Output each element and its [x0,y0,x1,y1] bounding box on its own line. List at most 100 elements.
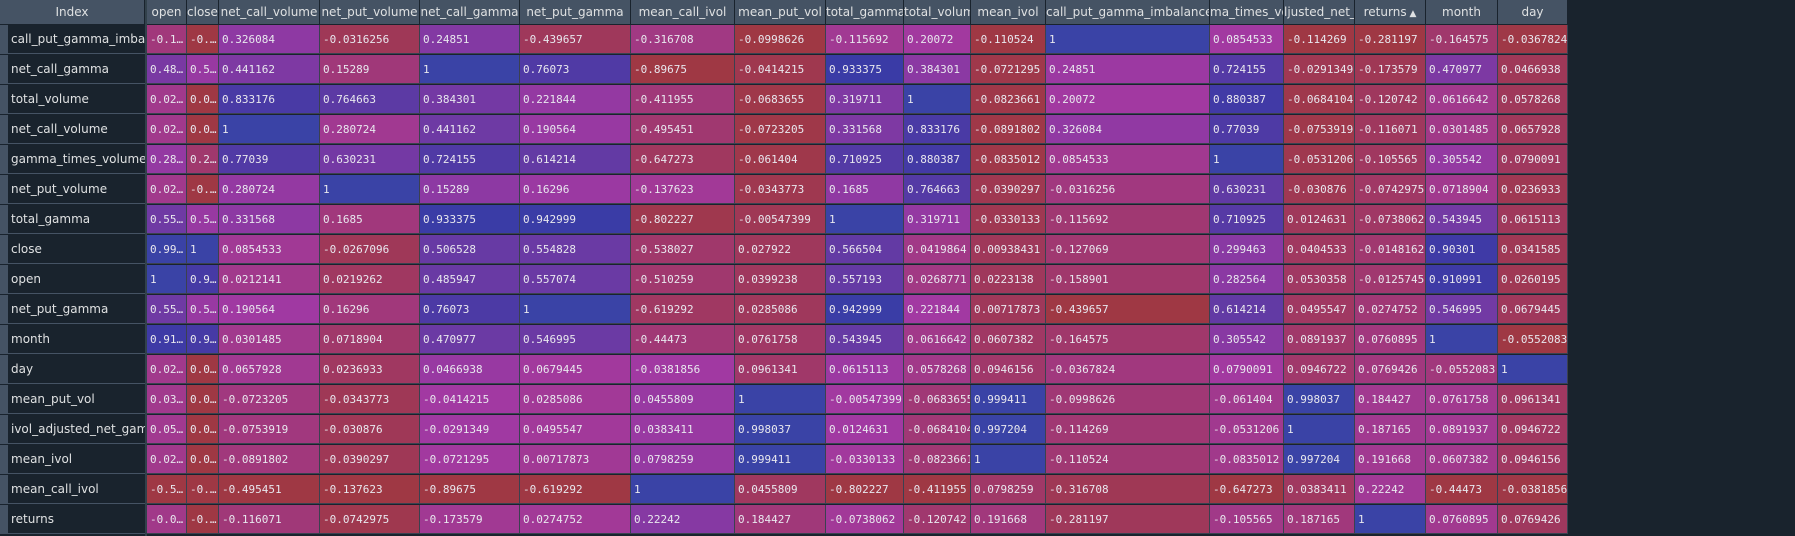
table-cell[interactable]: -0.0684104 [904,415,971,444]
table-cell[interactable]: 0.614214 [520,145,631,174]
table-cell[interactable]: -0.538027 [631,235,735,264]
table-cell[interactable]: 0.91… [147,325,187,354]
table-cell[interactable]: 0.470977 [1426,55,1498,84]
table-cell[interactable]: -0.0742975 [320,505,420,534]
table-cell[interactable]: 0.0854533 [1046,145,1210,174]
table-cell[interactable]: 0.614214 [1210,295,1284,324]
table-cell[interactable]: 0.546995 [520,325,631,354]
table-cell[interactable]: 0.0… [187,385,219,414]
table-cell[interactable]: -0.114269 [1284,25,1355,54]
table-cell[interactable]: -0.619292 [520,475,631,504]
table-cell[interactable]: 0.0236933 [320,355,420,384]
table-cell[interactable]: 0.0616642 [1426,85,1498,114]
table-cell[interactable]: -0.44473 [631,325,735,354]
table-cell[interactable]: 0.0219262 [320,265,420,294]
table-cell[interactable]: -0.495451 [631,115,735,144]
table-cell[interactable]: 0.0268771 [904,265,971,294]
table-cell[interactable]: 0.0946722 [1284,355,1355,384]
table-cell[interactable]: 0.0… [187,415,219,444]
table-cell[interactable]: -0.0683655 [735,85,826,114]
table-cell[interactable]: -0.0291349 [1284,55,1355,84]
table-cell[interactable]: -0.0723205 [735,115,826,144]
table-cell[interactable]: 0.0760895 [1355,325,1426,354]
table-cell[interactable]: -0.0753919 [219,415,320,444]
row-index-label[interactable]: returns [8,505,145,534]
column-header-net-call-gamma[interactable]: net_call_gamma [420,0,520,24]
table-cell[interactable]: -0.0367824 [1498,25,1568,54]
table-cell[interactable]: -0.439657 [520,25,631,54]
table-cell[interactable]: 0.221844 [520,85,631,114]
table-cell[interactable]: 1 [826,205,904,234]
table-cell[interactable]: -0.0343773 [320,385,420,414]
table-cell[interactable]: 0.77039 [219,145,320,174]
table-cell[interactable]: 0.942999 [520,205,631,234]
table-cell[interactable]: -0.0823661 [971,85,1046,114]
table-cell[interactable]: 0.0718904 [1426,175,1498,204]
table-cell[interactable]: 0.630231 [320,145,420,174]
column-header-returns[interactable]: returns [1355,0,1426,24]
table-cell[interactable]: -0.173579 [420,505,520,534]
table-cell[interactable]: -0.0998626 [735,25,826,54]
table-cell[interactable]: -0.0742975 [1355,175,1426,204]
table-cell[interactable]: 0.1685 [826,175,904,204]
table-cell[interactable]: 0.0946156 [1498,445,1568,474]
table-cell[interactable]: -0.… [187,25,219,54]
table-cell[interactable]: -0.0835012 [971,145,1046,174]
row-index-label[interactable]: net_call_gamma [8,55,145,84]
row-index-label[interactable]: mean_put_vol [8,385,145,414]
table-cell[interactable]: 0.0419864 [904,235,971,264]
table-cell[interactable]: 0.554828 [520,235,631,264]
table-cell[interactable]: 0.0657928 [219,355,320,384]
table-cell[interactable]: 0.5… [187,205,219,234]
row-header-strip[interactable] [0,55,8,84]
table-cell[interactable]: -0.116071 [1355,115,1426,144]
table-cell[interactable]: -0.00547399 [826,385,904,414]
table-cell[interactable]: 0.16296 [320,295,420,324]
table-cell[interactable]: 0.566504 [826,235,904,264]
table-cell[interactable]: -0.… [187,475,219,504]
table-cell[interactable]: -0.0683655 [904,385,971,414]
table-cell[interactable]: -0.105565 [1355,145,1426,174]
table-cell[interactable]: 0.0383411 [631,415,735,444]
column-header-mean-call-ivol[interactable]: mean_call_ivol [631,0,735,24]
table-cell[interactable]: 0.384301 [904,55,971,84]
row-index-label[interactable]: mean_call_ivol [8,475,145,504]
row-index-label[interactable]: call_put_gamma_imbalance [8,25,145,54]
table-cell[interactable]: -0.647273 [631,145,735,174]
table-cell[interactable]: -0.411955 [631,85,735,114]
row-index-label[interactable]: open [8,265,145,294]
table-cell[interactable]: -0.495451 [219,475,320,504]
row-header-strip[interactable] [0,385,8,414]
table-cell[interactable]: 0.0607382 [971,325,1046,354]
table-cell[interactable]: 0.0761758 [735,325,826,354]
table-cell[interactable]: 0.0383411 [1284,475,1355,504]
table-cell[interactable]: 0.319711 [826,85,904,114]
table-cell[interactable]: 0.470977 [420,325,520,354]
table-cell[interactable]: 0.282564 [1210,265,1284,294]
table-cell[interactable]: 0.5… [187,55,219,84]
column-header-ma-times-vo[interactable]: ma_times_vo [1210,0,1284,24]
row-index-label[interactable]: ivol_adjusted_net_gamma [8,415,145,444]
table-cell[interactable]: 1 [971,445,1046,474]
table-cell[interactable]: -0.115692 [826,25,904,54]
table-cell[interactable]: 0.933375 [826,55,904,84]
row-index-label[interactable]: gamma_times_volume [8,145,145,174]
table-cell[interactable]: 0.441162 [420,115,520,144]
table-cell[interactable]: -0.… [187,175,219,204]
table-cell[interactable]: 0.190564 [520,115,631,144]
table-cell[interactable]: 0.0495547 [520,415,631,444]
table-cell[interactable]: 0.724155 [420,145,520,174]
row-header-strip[interactable] [0,235,8,264]
table-cell[interactable]: 1 [147,265,187,294]
table-cell[interactable]: -0.0753919 [1284,115,1355,144]
table-cell[interactable]: 0.710925 [1210,205,1284,234]
table-cell[interactable]: 0.0495547 [1284,295,1355,324]
table-cell[interactable]: -0.89675 [420,475,520,504]
table-cell[interactable]: 0.0223138 [971,265,1046,294]
table-cell[interactable]: 0.999411 [735,445,826,474]
table-cell[interactable]: 0.0961341 [1498,385,1568,414]
table-cell[interactable]: 0.0341585 [1498,235,1568,264]
table-cell[interactable]: 0.0891937 [1426,415,1498,444]
row-header-strip[interactable] [0,145,8,174]
row-header-strip[interactable] [0,205,8,234]
